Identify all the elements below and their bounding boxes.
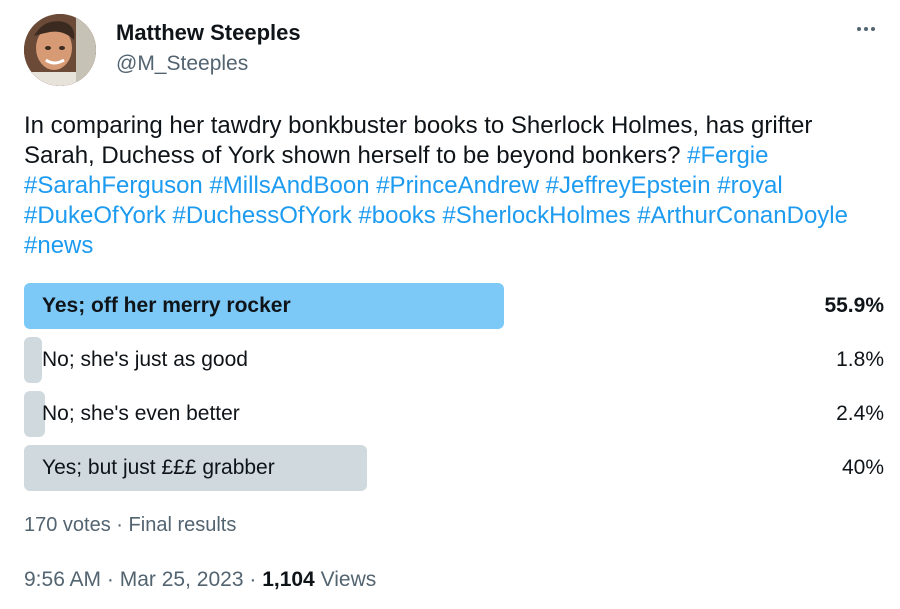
tweet-text: In comparing her tawdry bonkbuster books… bbox=[24, 111, 884, 261]
poll-option-percent: 1.8% bbox=[836, 348, 884, 371]
separator: · bbox=[116, 514, 123, 536]
tweet-time[interactable]: 9:56 AM bbox=[24, 568, 101, 591]
poll-option-percent: 40% bbox=[841, 456, 884, 479]
views-count: 1,104 bbox=[262, 568, 315, 591]
poll-option: No; she's even better 2.4% bbox=[24, 391, 884, 437]
poll-status: Final results bbox=[128, 514, 237, 536]
poll-option-percent: 2.4% bbox=[836, 402, 884, 425]
separator: · bbox=[249, 568, 257, 591]
tweet-date[interactable]: Mar 25, 2023 bbox=[120, 568, 244, 591]
tweet-meta: 9:56 AM · Mar 25, 2023 · 1,104 Views bbox=[24, 568, 376, 592]
poll-option-label: Yes; but just £££ grabber bbox=[42, 456, 275, 479]
poll-option: Yes; off her merry rocker 55.9% bbox=[24, 283, 884, 329]
poll-option-label: No; she's even better bbox=[42, 402, 240, 425]
poll-option: No; she's just as good 1.8% bbox=[24, 337, 884, 383]
more-horizontal-icon[interactable] bbox=[851, 14, 881, 44]
poll-option: Yes; but just £££ grabber 40% bbox=[24, 445, 884, 491]
separator: · bbox=[106, 568, 114, 591]
poll-option-percent: 55.9% bbox=[824, 294, 884, 317]
poll-option-label: Yes; off her merry rocker bbox=[42, 294, 291, 317]
avatar[interactable] bbox=[24, 14, 96, 86]
poll-option-label: No; she's just as good bbox=[42, 348, 248, 371]
author-display-name[interactable]: Matthew Steeples bbox=[116, 20, 301, 46]
poll-summary: 170 votes · Final results bbox=[24, 514, 236, 537]
views-label: Views bbox=[320, 568, 377, 591]
poll-bar bbox=[24, 337, 42, 383]
avatar-photo bbox=[24, 14, 96, 86]
author-handle[interactable]: @M_Steeples bbox=[116, 52, 248, 76]
poll-votes: 170 votes bbox=[24, 514, 111, 536]
